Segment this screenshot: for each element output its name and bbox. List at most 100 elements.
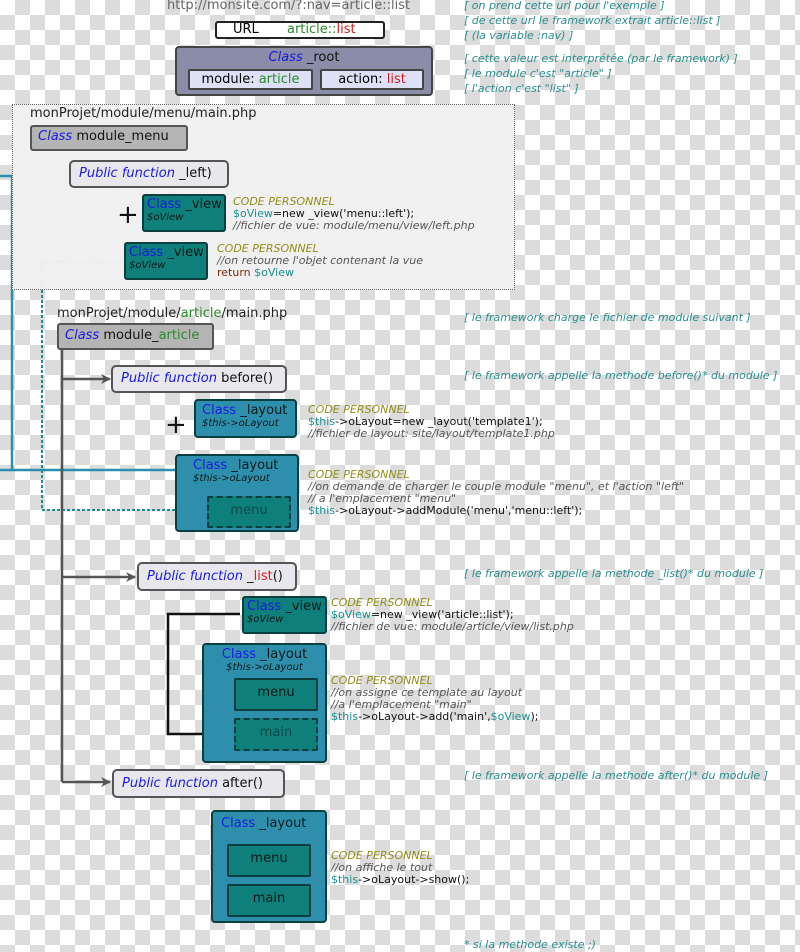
after-code: CODE PERSONNEL //on affiche le tout $thi… (331, 850, 469, 886)
url-box: URL article::list (215, 21, 385, 39)
before-code-2: CODE PERSONNEL //on demande de charger l… (308, 469, 684, 517)
layout-var: $this->oLayout (226, 662, 303, 673)
note-2: [ de cette url le framework extrait arti… (464, 14, 721, 27)
code-statement: ->oLayout->add('main', (358, 710, 491, 723)
fn-name: before() (221, 371, 274, 386)
code-var: $oView (254, 266, 294, 279)
path-part: /main.php (221, 306, 288, 321)
menu-module-path: monProjet/module/menu/main.php (30, 106, 257, 121)
fn-kw: Public function (121, 371, 217, 386)
layout-kw: Class (221, 647, 256, 662)
class-kw: Class (38, 129, 73, 144)
root-action-label: action: (338, 72, 387, 87)
code-var: $this (331, 873, 359, 886)
code-comment: //fichier de vue: module/article/view/li… (331, 620, 574, 633)
after-layout-box: Class _layout menu main (211, 810, 327, 923)
url-value-action: list (336, 22, 356, 37)
url-label: URL (233, 22, 259, 37)
code-statement: ->oLayout->addModule('menu','menu::left'… (335, 504, 583, 517)
code-statement-end: ); (530, 710, 539, 723)
fn-kw: Public function (147, 569, 243, 584)
layout-slot-menu: menu (234, 678, 318, 711)
plus-icon: + (117, 200, 139, 230)
root-module-label: module: (201, 72, 259, 87)
view-var: $oView (147, 212, 184, 223)
code-return: return (217, 266, 255, 279)
code-comment: //fichier de vue: module/menu/view/left.… (233, 219, 475, 232)
before-layout-box-2: Class _layout $this->oLayout menu (175, 454, 299, 532)
code-statement: ->oLayout->show(); (358, 873, 470, 886)
layout-name: _layout (260, 647, 308, 662)
footnote: * si la methode existe ;) (464, 938, 596, 951)
root-module-field: module: article (188, 69, 313, 90)
root-class-box: Class _root module: article action: list (175, 46, 433, 96)
code-var: $this (331, 710, 359, 723)
note-6: [ l'action c'est "list" ] (464, 82, 579, 95)
fn-kw: Public function (122, 776, 218, 791)
class-name-module: article (158, 328, 200, 343)
root-class-kw: Class (268, 50, 303, 65)
url-value-module: article (287, 22, 328, 37)
url-caption: http://monsite.com/?:nav=article::list (167, 0, 411, 13)
plus-icon: + (165, 410, 187, 440)
view-kw: Class (247, 599, 282, 614)
menu-code-1: CODE PERSONNEL $oView=new _view('menu::l… (233, 196, 475, 232)
before-code-1: CODE PERSONNEL $this->oLayout=new _layou… (308, 404, 555, 440)
layout-kw: Class (193, 458, 228, 473)
view-var: $oView (129, 260, 166, 271)
fn-kw: Public function (79, 166, 175, 181)
root-action-value: list (386, 72, 406, 87)
list-layout-box: Class _layout $this->oLayout menu main (202, 643, 327, 763)
layout-name: _layout (240, 403, 288, 418)
view-name: _view (285, 599, 322, 614)
article-module-class: Class module_article (57, 323, 214, 350)
fn-name: () (272, 569, 283, 584)
class-kw: Class (65, 328, 100, 343)
article-fn-before: Public function before() (111, 365, 287, 393)
layout-kw: Class (202, 403, 237, 418)
note-10: [ le framework appelle la methode after(… (464, 769, 768, 782)
layout-var: $this->oLayout (193, 473, 270, 484)
layout-name: _layout (231, 458, 279, 473)
menu-code-2: CODE PERSONNEL //on retourne l'objet con… (217, 243, 423, 279)
article-fn-list: Public function _list() (137, 562, 297, 591)
layout-kw: Class (221, 816, 256, 831)
note-3: [ (la variable :nav) ] (464, 29, 574, 42)
layout-slot-menu: menu (207, 496, 291, 528)
class-name: module_menu (76, 129, 169, 144)
root-class-name: _root (306, 50, 340, 65)
fn-name-action: list (253, 569, 273, 584)
article-module-path: monProjet/module/article/main.php (57, 307, 287, 321)
view-kw: Class (147, 197, 182, 212)
path-module: article (180, 306, 222, 321)
code-comment: //fichier de layout: site/layout/templat… (308, 427, 555, 440)
menu-module-class: Class module_menu (30, 125, 188, 151)
note-5: [ le module c'est "article" ] (464, 67, 612, 80)
url-value-sep: :: (327, 22, 337, 37)
code-var: $this (308, 504, 336, 517)
fn-name: _left) (179, 166, 212, 181)
view-name: _view (185, 197, 222, 212)
menu-view-box-2: Class _view $oView (124, 242, 208, 280)
layout-slot-main: main (227, 884, 311, 917)
note-1: [ on prend cette url pour l'exemple ] (464, 0, 665, 12)
layout-slot-menu: menu (227, 844, 311, 877)
path-part: monProjet/module/ (57, 306, 181, 321)
view-name: _view (167, 245, 204, 260)
layout-name: _layout (259, 816, 307, 831)
article-fn-after: Public function after() (112, 769, 285, 798)
note-9: [ le framework appelle la methode _list(… (464, 567, 764, 580)
root-module-value: article (258, 72, 300, 87)
list-view-box: Class _view $oView (242, 596, 327, 634)
code-var: $oView (490, 710, 531, 723)
fn-name: after() (222, 776, 263, 791)
menu-view-box-1: Class _view $oView (142, 194, 226, 232)
before-layout-box-1: Class _layout $this->oLayout (194, 399, 297, 438)
root-action-field: action: list (320, 69, 424, 90)
layout-var: $this->oLayout (202, 418, 279, 429)
note-4: [ cette valeur est interprétée (par le f… (464, 52, 738, 65)
view-kw: Class (129, 245, 164, 260)
class-name: module_ (103, 328, 159, 343)
note-8: [ le framework appelle la methode before… (464, 369, 778, 382)
list-code-1: CODE PERSONNEL $oView=new _view('article… (331, 597, 574, 633)
